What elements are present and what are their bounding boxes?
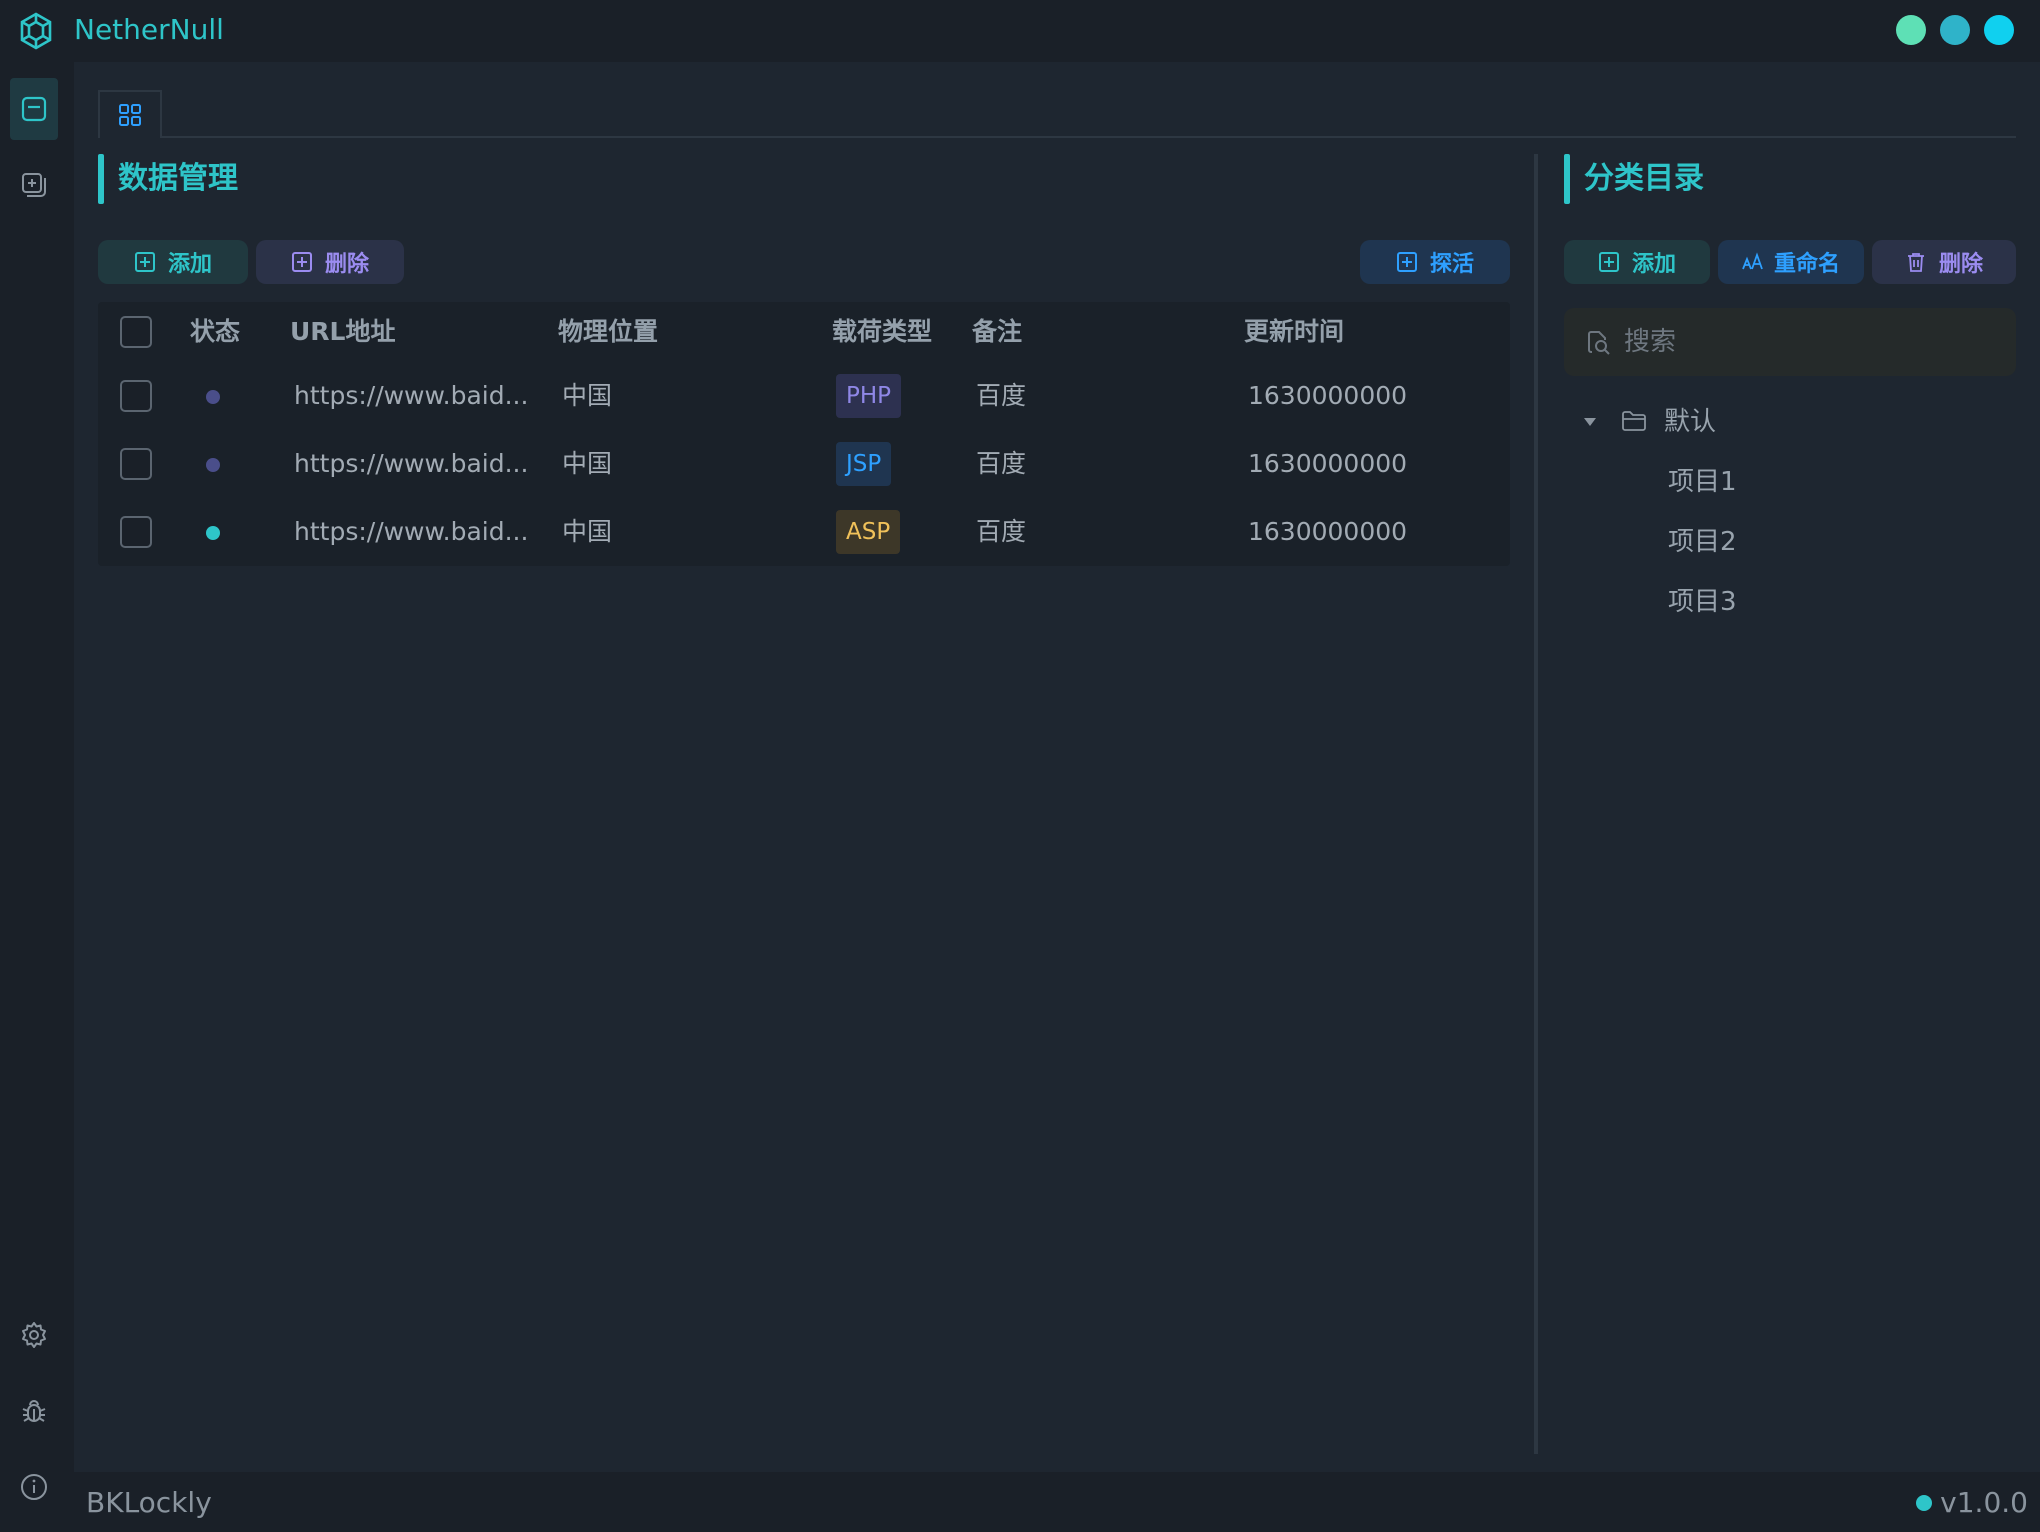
data-panel-icon xyxy=(21,96,47,122)
tree-child-label: 项目3 xyxy=(1668,587,1737,617)
window-controls xyxy=(1896,15,2014,45)
status-bar: BKLockly v1.0.0 xyxy=(74,1472,2040,1532)
column-header-updated: 更新时间 xyxy=(1244,317,1345,346)
table-row[interactable]: https://www.baid... 中国 PHP 百度 1630000000 xyxy=(98,362,1510,430)
gear-icon xyxy=(22,1322,46,1348)
add-data-label: 添加 xyxy=(167,252,212,277)
row-checkbox[interactable] xyxy=(120,516,152,548)
table-row[interactable]: https://www.baid... 中国 JSP 百度 1630000000 xyxy=(98,430,1510,498)
delete-data-label: 删除 xyxy=(324,252,369,277)
tree-root-node[interactable]: 默认 xyxy=(1564,392,2016,452)
url-cell: https://www.baid... xyxy=(294,517,529,546)
tree-child-label: 项目1 xyxy=(1668,467,1737,497)
rename-category-button[interactable]: 重命名 xyxy=(1718,240,1864,284)
footer-version: v1.0.0 xyxy=(1940,1486,2028,1519)
data-panel-title: 数据管理 xyxy=(98,154,238,204)
remark-cell: 百度 xyxy=(976,517,1027,546)
delete-data-button[interactable]: 删除 xyxy=(256,240,404,284)
status-dot xyxy=(206,390,220,404)
updated-cell: 1630000000 xyxy=(1248,449,1408,478)
tree-child-node[interactable]: 项目1 xyxy=(1564,452,2016,512)
search-file-icon xyxy=(1588,331,1610,355)
grid-icon xyxy=(119,104,141,126)
title-bar: NetherNull xyxy=(0,0,2040,62)
close-button[interactable] xyxy=(1984,15,2014,45)
updated-cell: 1630000000 xyxy=(1248,517,1408,546)
sidebar-item-about[interactable] xyxy=(10,1456,58,1518)
select-all-checkbox[interactable] xyxy=(120,316,152,348)
delete-category-button[interactable]: 删除 xyxy=(1872,240,2016,284)
delete-category-label: 删除 xyxy=(1938,252,1983,277)
status-dot xyxy=(206,526,220,540)
tree-child-node[interactable]: 项目2 xyxy=(1564,512,2016,572)
column-header-location: 物理位置 xyxy=(558,317,659,346)
minimize-button[interactable] xyxy=(1896,15,1926,45)
sidebar-item-add[interactable] xyxy=(10,154,58,216)
main-content: 数据管理 添加 删除 探活 状态 URL地址 物理位置 载荷类型 备注 更新时间… xyxy=(74,62,2040,1472)
remark-cell: 百度 xyxy=(976,381,1027,410)
location-cell: 中国 xyxy=(562,381,613,410)
category-search[interactable] xyxy=(1564,308,2016,376)
row-checkbox[interactable] xyxy=(120,448,152,480)
caret-down-icon[interactable] xyxy=(1582,416,1598,428)
payload-tag: PHP xyxy=(836,374,902,418)
plus-square-icon xyxy=(1598,252,1619,272)
data-table: 状态 URL地址 物理位置 载荷类型 备注 更新时间 https://www.b… xyxy=(98,302,1510,566)
row-checkbox[interactable] xyxy=(120,380,152,412)
column-header-url: URL地址 xyxy=(290,317,396,346)
font-size-icon xyxy=(1742,252,1763,270)
table-row[interactable]: https://www.baid... 中国 ASP 百度 1630000000 xyxy=(98,498,1510,566)
sidebar-item-debug[interactable] xyxy=(10,1380,58,1442)
location-cell: 中国 xyxy=(562,449,613,478)
column-header-payload: 载荷类型 xyxy=(832,317,933,346)
add-category-button[interactable]: 添加 xyxy=(1564,240,1710,284)
trash-icon xyxy=(1907,253,1924,272)
probe-label: 探活 xyxy=(1429,252,1474,277)
tree-child-node[interactable]: 项目3 xyxy=(1564,572,2016,632)
app-title: NetherNull xyxy=(74,13,224,46)
maximize-button[interactable] xyxy=(1940,15,1970,45)
connection-status-dot xyxy=(1916,1494,1933,1511)
footer-version-group: v1.0.0 xyxy=(1916,1486,2028,1519)
url-cell: https://www.baid... xyxy=(294,449,529,478)
rename-category-label: 重命名 xyxy=(1773,252,1840,277)
add-data-button[interactable]: 添加 xyxy=(98,240,248,284)
column-header-remark: 备注 xyxy=(972,317,1023,346)
add-category-label: 添加 xyxy=(1631,252,1676,277)
info-icon xyxy=(21,1474,47,1500)
panel-divider[interactable] xyxy=(1534,154,1538,1454)
remark-cell: 百度 xyxy=(976,449,1027,478)
sidebar-item-data-management[interactable] xyxy=(10,78,58,140)
probe-button[interactable]: 探活 xyxy=(1360,240,1510,284)
app-logo-icon xyxy=(20,12,52,50)
payload-tag: ASP xyxy=(836,510,901,554)
updated-cell: 1630000000 xyxy=(1248,381,1408,410)
folder-icon xyxy=(1622,411,1646,431)
status-dot xyxy=(206,458,220,472)
category-panel-title: 分类目录 xyxy=(1564,154,1704,204)
plus-square-icon xyxy=(1396,252,1417,272)
plus-square-icon xyxy=(134,252,155,272)
tab-dashboard[interactable] xyxy=(98,90,162,138)
add-copy-icon xyxy=(22,173,46,197)
tree-child-label: 项目2 xyxy=(1668,527,1737,557)
payload-tag: JSP xyxy=(836,442,892,486)
tab-bar-line xyxy=(98,136,2016,138)
tree-root-label: 默认 xyxy=(1664,407,1717,437)
location-cell: 中国 xyxy=(562,517,613,546)
bug-icon xyxy=(22,1400,46,1422)
sidebar xyxy=(0,62,74,1532)
footer-username: BKLockly xyxy=(86,1486,212,1519)
url-cell: https://www.baid... xyxy=(294,381,529,410)
column-header-status: 状态 xyxy=(190,317,241,346)
sidebar-item-settings[interactable] xyxy=(10,1304,58,1366)
search-input[interactable] xyxy=(1624,327,2004,357)
plus-square-icon xyxy=(291,252,312,272)
